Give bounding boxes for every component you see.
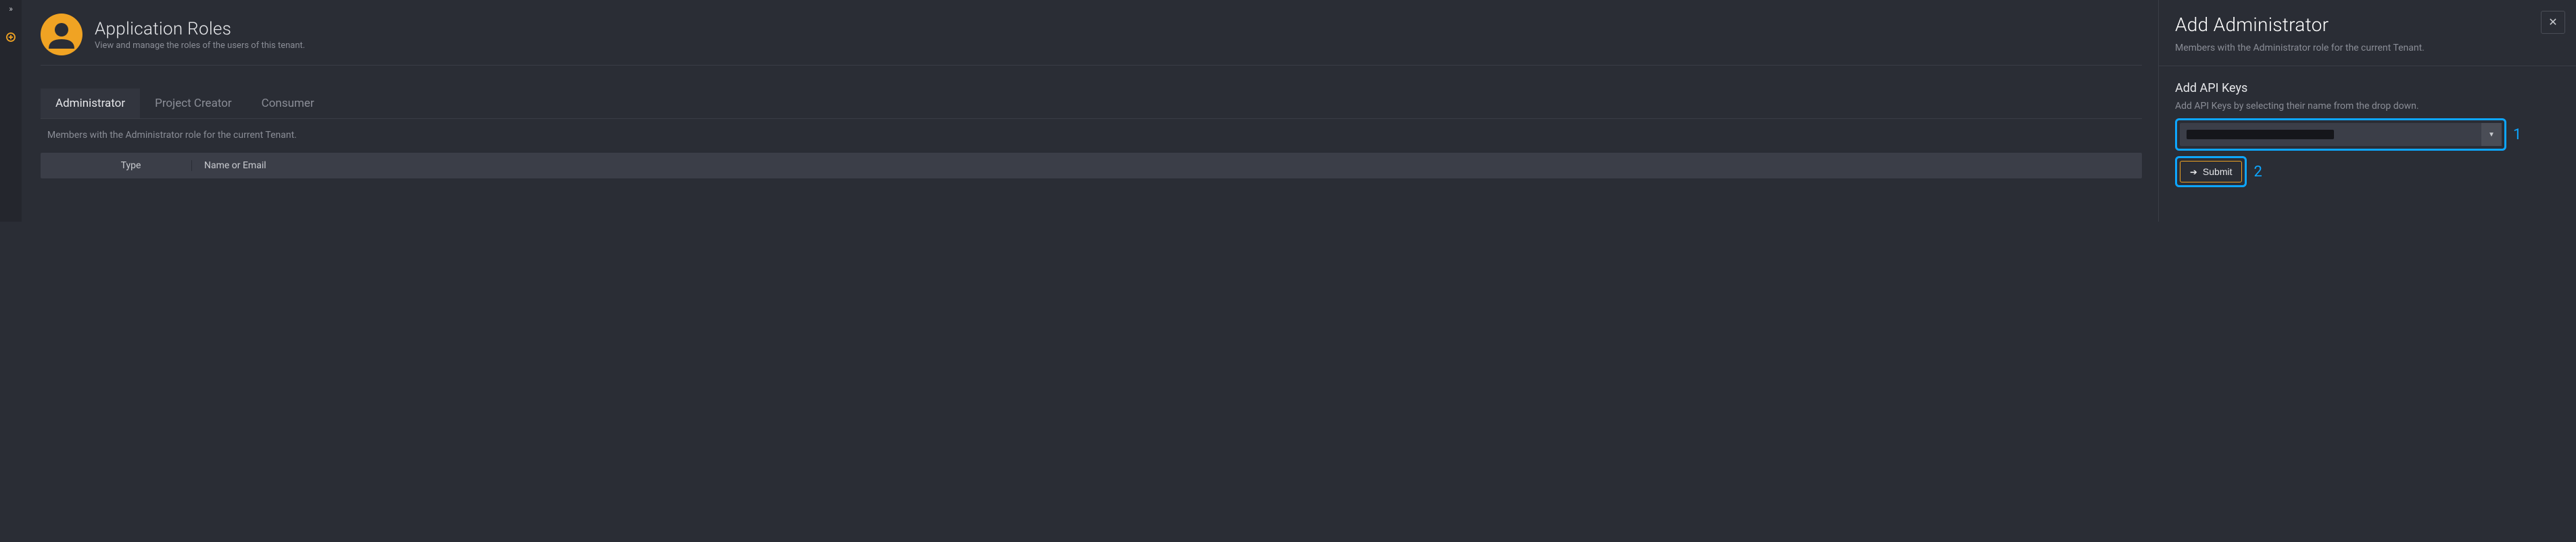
dropdown-selected-redacted xyxy=(2187,130,2334,139)
table-header: Type Name or Email xyxy=(41,153,2142,178)
side-panel: ✕ Add Administrator Members with the Adm… xyxy=(2158,0,2576,222)
user-role-icon xyxy=(41,14,82,55)
close-panel-button[interactable]: ✕ xyxy=(2541,11,2565,34)
callout-number-1: 1 xyxy=(2513,126,2525,143)
table-header-name[interactable]: Name or Email xyxy=(192,160,2135,171)
section-title: Add API Keys xyxy=(2175,81,2564,95)
panel-subtitle: Members with the Administrator role for … xyxy=(2175,43,2564,53)
expand-chevron-icon[interactable]: » xyxy=(9,4,13,14)
page-header: Application Roles View and manage the ro… xyxy=(41,14,2142,65)
callout-highlight-dropdown: ▼ xyxy=(2175,118,2506,151)
page-subtitle: View and manage the roles of the users o… xyxy=(95,41,305,51)
tab-description: Members with the Administrator role for … xyxy=(41,119,2142,153)
chevron-down-icon[interactable]: ▼ xyxy=(2481,123,2502,146)
tab-administrator[interactable]: Administrator xyxy=(41,89,140,118)
header-divider xyxy=(41,65,2142,66)
callout-number-2: 2 xyxy=(2253,164,2266,180)
close-icon: ✕ xyxy=(2548,16,2557,29)
main-content: Application Roles View and manage the ro… xyxy=(22,0,2158,222)
callout-highlight-submit: ➔ Submit xyxy=(2175,156,2247,187)
submit-button-label: Submit xyxy=(2203,166,2233,177)
page-title: Application Roles xyxy=(95,19,305,39)
section-description: Add API Keys by selecting their name fro… xyxy=(2175,101,2564,112)
tab-bar: Administrator Project Creator Consumer xyxy=(41,89,2142,119)
panel-title: Add Administrator xyxy=(2175,14,2564,36)
tab-project-creator[interactable]: Project Creator xyxy=(140,89,247,118)
arrow-right-icon: ➔ xyxy=(2190,168,2197,176)
nav-rail: » xyxy=(0,0,22,222)
tab-consumer[interactable]: Consumer xyxy=(247,89,329,118)
table-header-type[interactable]: Type xyxy=(70,160,192,171)
submit-button[interactable]: ➔ Submit xyxy=(2180,161,2242,182)
add-icon[interactable] xyxy=(6,32,16,44)
api-key-dropdown[interactable]: ▼ xyxy=(2180,123,2502,146)
